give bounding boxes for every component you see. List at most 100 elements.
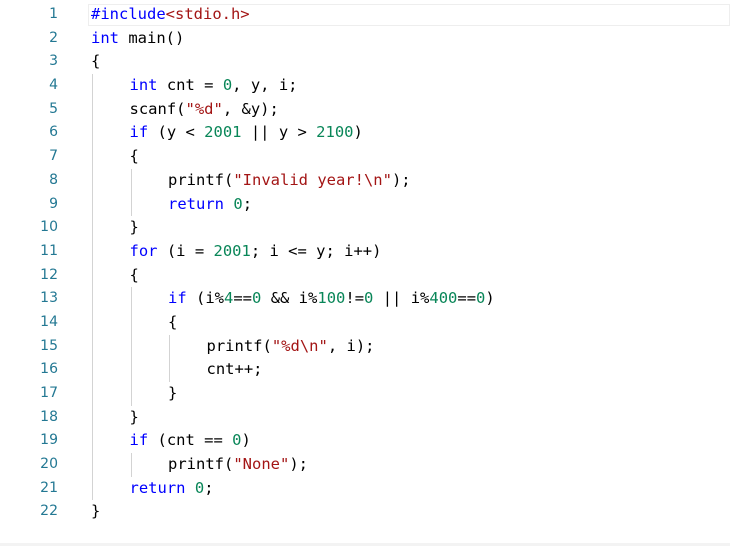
code-token: main(): [119, 28, 185, 47]
code-line[interactable]: if (i%4==0 && i%100!=0 || i%400==0): [91, 287, 730, 311]
code-token: 0: [232, 431, 242, 450]
code-token: return: [168, 194, 224, 213]
code-line[interactable]: if (y < 2001 || y > 2100): [91, 121, 730, 146]
line-number: 18: [40, 408, 58, 425]
code-token: 2100: [316, 123, 354, 142]
code-line[interactable]: printf("%d\n", i);: [91, 334, 730, 359]
code-token: "%d\n": [271, 336, 328, 355]
line-number: 11: [40, 242, 58, 259]
code-area[interactable]: #include<stdio.h> int main() {int cnt = 0,…: [88, 3, 730, 524]
code-token: int: [91, 28, 119, 47]
code-token: {: [129, 265, 139, 284]
code-line[interactable]: }: [91, 405, 730, 430]
code-token: !=: [345, 289, 365, 308]
code-line-content: if (i%4==0 && i%100!=0 || i%400==0): [168, 289, 495, 307]
code-token: 4: [224, 289, 234, 308]
line-number: 14: [40, 313, 58, 330]
indent-guide: [92, 453, 93, 477]
line-number: 10: [40, 219, 58, 236]
code-line[interactable]: int cnt = 0, y, i;: [91, 74, 730, 98]
code-editor[interactable]: 1 2 3 4 5 6 7 8 9 10 11 12 13 14 15 16 17 18 19 20 21 22 #inc…: [0, 0, 730, 546]
code-token: , i);: [327, 336, 375, 355]
code-token: ): [241, 431, 251, 450]
code-token: , &y);: [222, 99, 279, 118]
indent-guide: [92, 97, 93, 122]
code-line-content: }: [130, 218, 139, 236]
code-token: if: [168, 289, 187, 308]
code-token: ): [485, 289, 495, 308]
line-number: 20: [40, 456, 58, 473]
code-token: ; i <= y; i++): [250, 241, 382, 260]
code-token: 0: [233, 194, 243, 213]
line-number: 12: [40, 266, 58, 283]
code-line[interactable]: }: [91, 500, 730, 524]
indent-guide: [92, 239, 93, 264]
code-token: && i%: [261, 289, 318, 308]
line-number: 13: [40, 290, 58, 307]
code-line[interactable]: {: [91, 145, 730, 169]
code-line[interactable]: int main(): [91, 27, 730, 51]
code-line-content: printf("None");: [168, 455, 308, 473]
code-token: 0: [222, 76, 233, 95]
code-line-content: int cnt = 0, y, i;: [130, 76, 298, 94]
code-token: "None": [233, 455, 290, 474]
code-line-content: printf("%d\n", i);: [207, 337, 375, 355]
code-line-content: int main(): [91, 29, 184, 47]
code-line[interactable]: printf("Invalid year!\n");: [91, 168, 730, 193]
code-line[interactable]: }: [91, 382, 730, 406]
code-token: 0: [364, 289, 374, 308]
code-line[interactable]: printf("None");: [91, 453, 730, 477]
code-line[interactable]: for (i = 2001; i <= y; i++): [91, 239, 730, 264]
code-line-content: cnt++;: [207, 360, 263, 378]
indent-guide: [92, 121, 93, 146]
code-token: 0: [252, 289, 262, 308]
line-number: 2: [49, 29, 58, 46]
code-token: (cnt ==: [148, 431, 233, 450]
code-token: ==: [233, 289, 253, 308]
code-line[interactable]: return 0;: [91, 476, 730, 501]
code-line-content: {: [130, 147, 139, 165]
line-number: 17: [40, 385, 58, 401]
code-line[interactable]: if (cnt == 0): [91, 429, 730, 454]
line-number: 8: [49, 171, 58, 188]
code-line-content: {: [130, 266, 139, 284]
code-token: (y <: [148, 123, 205, 142]
code-line[interactable]: {: [91, 310, 730, 335]
code-line[interactable]: return 0;: [91, 192, 730, 217]
indent-guide: [92, 405, 93, 430]
code-line-content: if (y < 2001 || y > 2100): [130, 123, 363, 141]
code-line-content: if (cnt == 0): [130, 431, 251, 449]
indent-guide: [92, 334, 93, 359]
indent-guide: [92, 476, 93, 501]
code-token: if: [129, 123, 149, 142]
indent-guide: [92, 192, 93, 217]
code-token: (i =: [157, 241, 214, 260]
code-token: 100: [317, 289, 346, 308]
line-number: 3: [49, 53, 58, 70]
code-token: scanf(: [129, 99, 186, 118]
line-number: 19: [40, 432, 58, 449]
line-number: 9: [49, 195, 58, 212]
code-line-content: scanf("%d", &y);: [130, 100, 279, 118]
code-line[interactable]: }: [91, 216, 730, 240]
indent-guide: [130, 310, 132, 335]
code-token: }: [168, 384, 178, 402]
code-token: ;: [242, 194, 253, 213]
code-token: ==: [457, 289, 477, 308]
code-line-content: }: [91, 502, 100, 520]
code-token: {: [91, 52, 101, 71]
code-token: #include: [91, 5, 166, 23]
code-line[interactable]: #include<stdio.h>: [88, 3, 730, 27]
code-line[interactable]: scanf("%d", &y);: [91, 97, 730, 122]
indent-guide: [130, 382, 132, 406]
code-token: (i%: [186, 289, 224, 308]
indent-guide: [130, 358, 132, 382]
code-line-content: printf("Invalid year!\n");: [168, 171, 411, 189]
code-token: "Invalid year!\n": [233, 170, 392, 189]
code-line[interactable]: {: [91, 263, 730, 288]
code-line-content: return 0;: [130, 479, 214, 497]
indent-guide: [169, 334, 170, 359]
code-line-content: }: [168, 384, 177, 402]
code-line[interactable]: {: [91, 50, 730, 74]
code-line[interactable]: cnt++;: [91, 358, 730, 382]
